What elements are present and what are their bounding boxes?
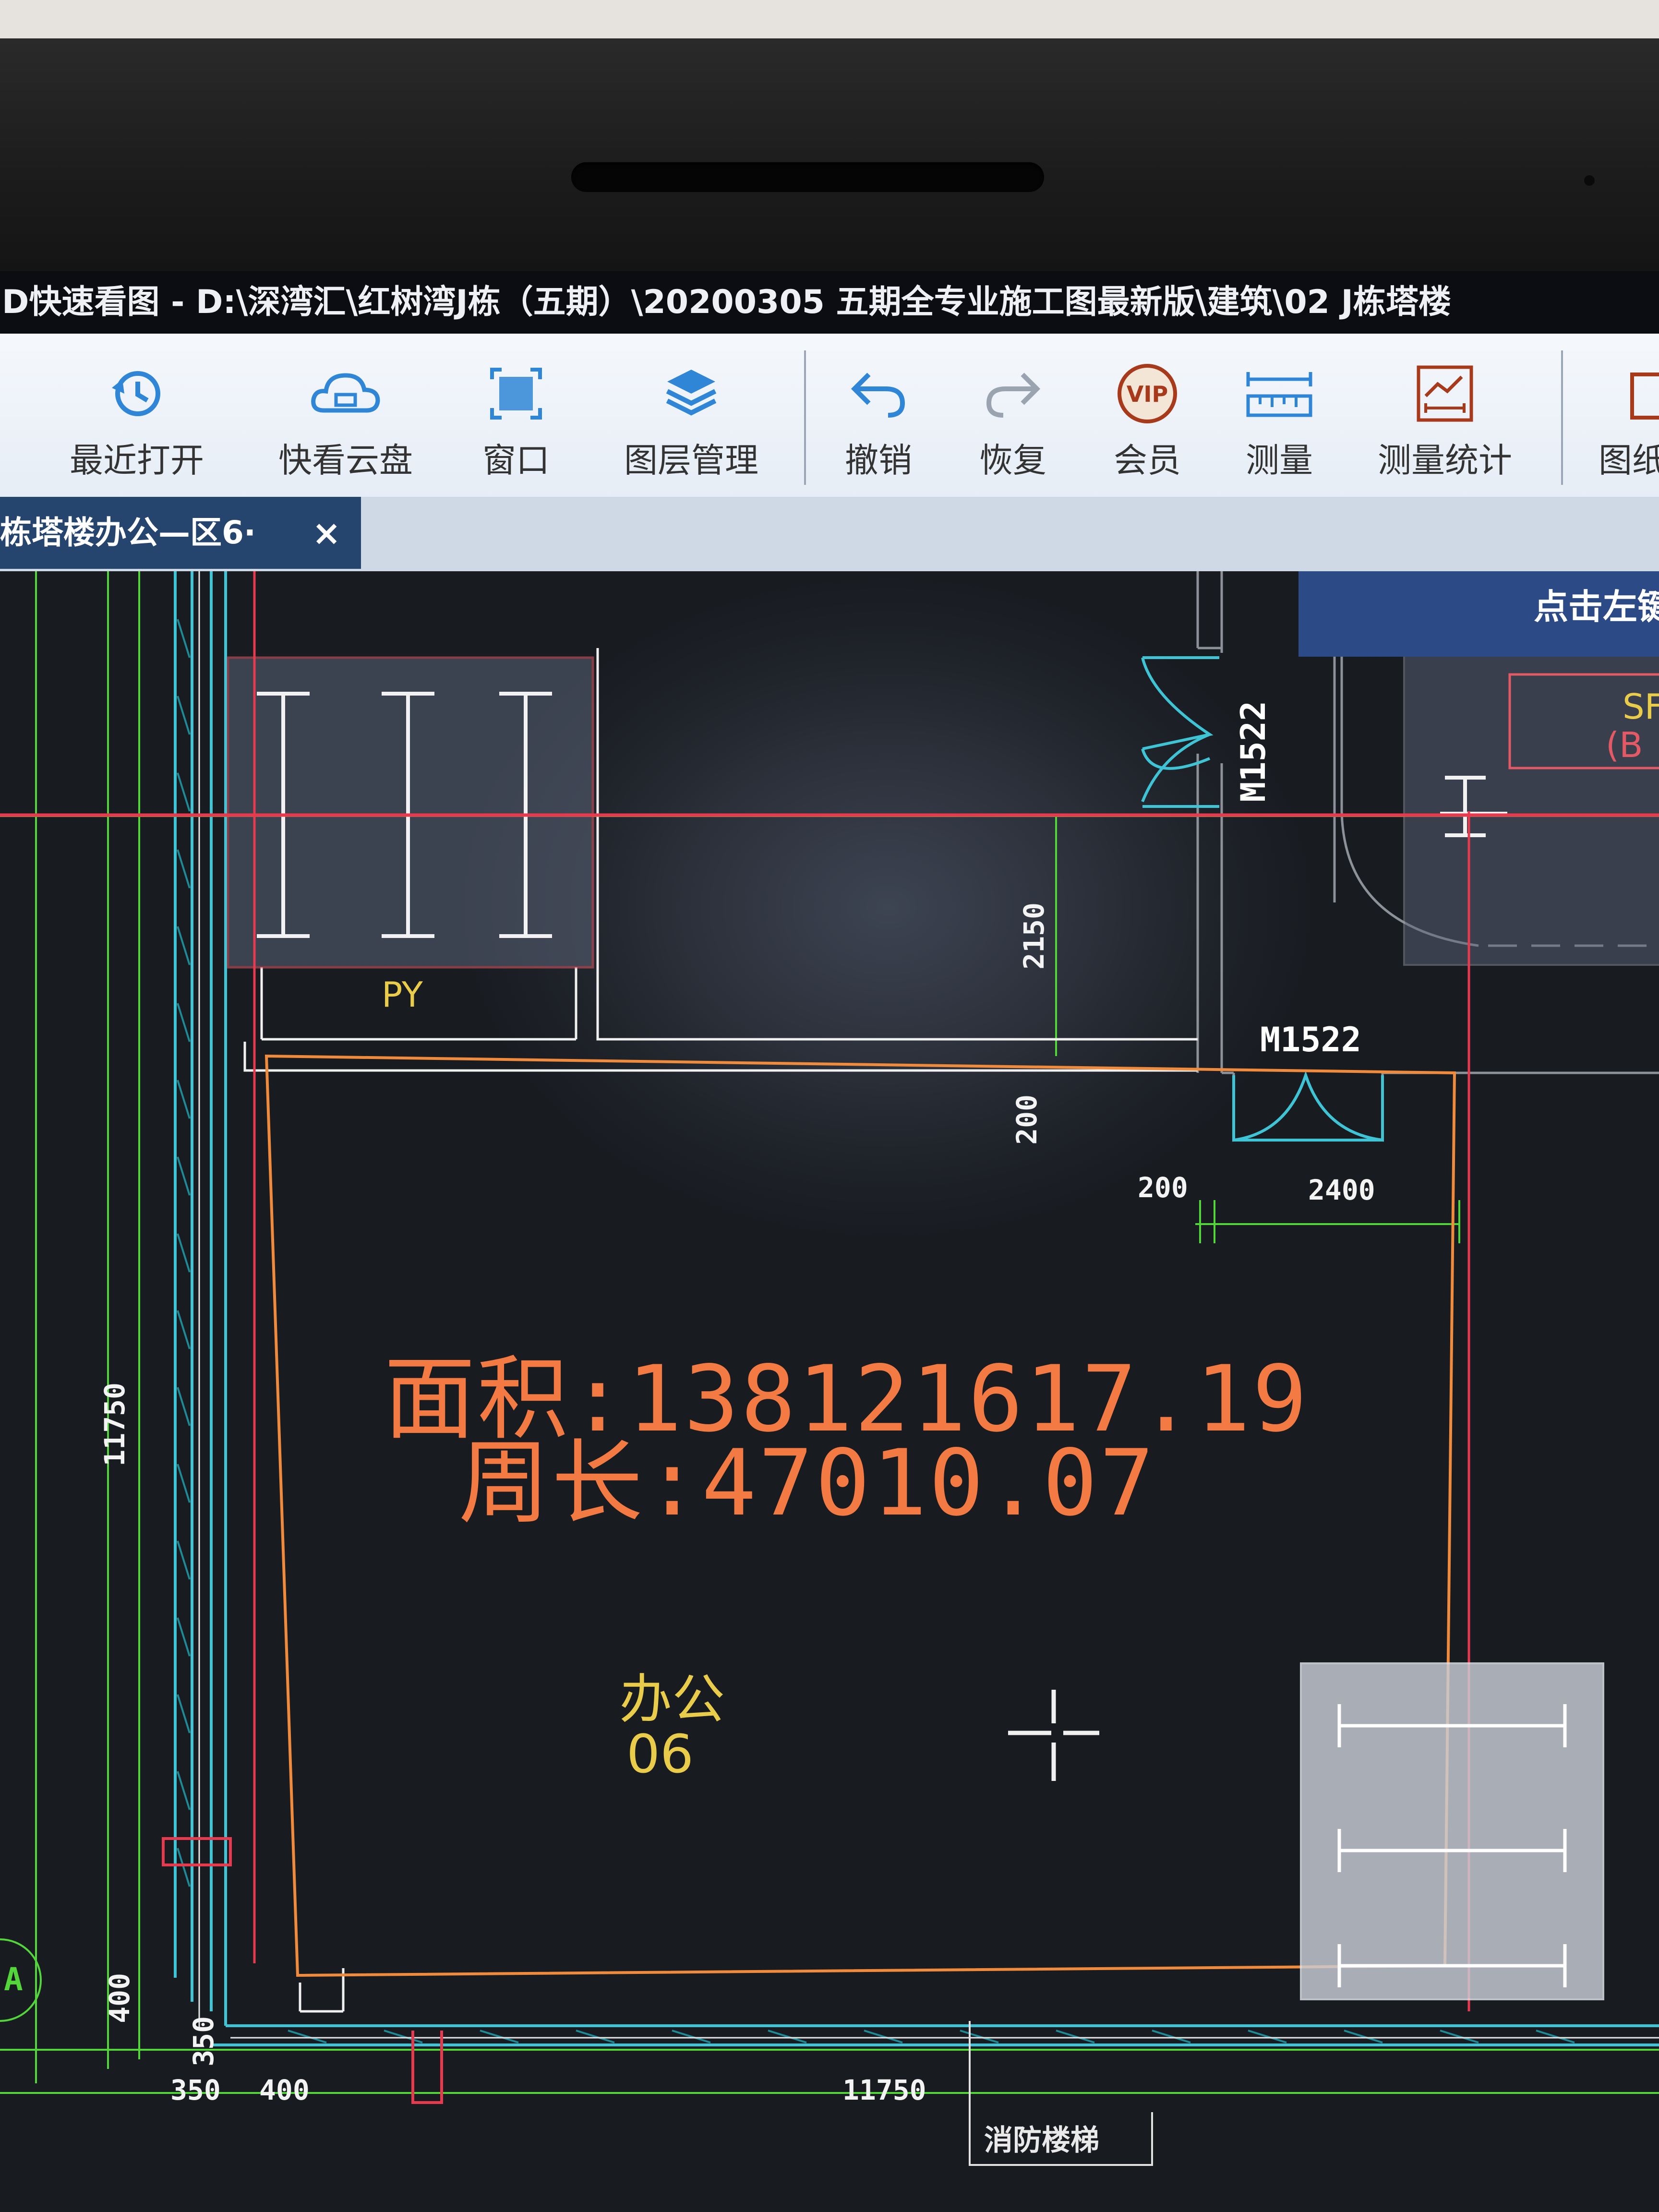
measure-button[interactable]: 测量 [1229,362,1330,482]
hint-text: 点击左键 [1534,587,1659,627]
stair-core-box [1300,1662,1604,2000]
document-tab[interactable]: 栋塔楼办公—区6· × [0,497,361,569]
drawing-canvas[interactable]: 点击左键 面积:138121617.19 周长:47010.07 办公 06 P… [0,571,1659,2212]
undo-icon [830,362,926,425]
drawing-icon [1599,362,1659,425]
room-number: 06 [626,1723,694,1785]
cloud-disk-button[interactable]: 快看云盘 [269,362,422,482]
ruler-icon [1229,362,1330,425]
vip-badge-text: VIP [1127,381,1168,407]
window-button[interactable]: 窗口 [461,362,571,482]
recent-open-label: 最近打开 [70,441,204,480]
dimension-text: 200 [1138,1171,1188,1204]
dimension-text: 350 [187,2016,220,2067]
document-tab-label: 栋塔楼办公—区6· [0,514,256,551]
redo-icon [965,362,1061,425]
dimension-text: 400 [103,1973,136,2023]
background-wall [0,0,1659,38]
cloud-disk-label: 快看云盘 [278,441,413,480]
sf-label: SF [1623,686,1659,727]
hint-banner: 点击左键 [1298,571,1659,657]
toolbar: 最近打开 快看云盘 窗口 图层管理 撤销 恢复 VIP 会员 测量 测量统计 图… [0,334,1659,498]
webcam-slot [571,162,1044,192]
layer-manager-button[interactable]: 图层管理 [614,362,768,482]
perimeter-readout: 周长:47010.07 [458,1430,1156,1536]
window-label: 窗口 [482,441,550,480]
sf-sub-label: (B [1606,725,1643,765]
drawing-button[interactable]: 图纸 [1599,362,1659,482]
undo-button[interactable]: 撤销 [830,362,926,482]
recent-open-button[interactable]: 最近打开 [62,362,211,482]
measure-stats-button[interactable]: 测量统计 [1373,362,1517,482]
dimension-text: 400 [259,2074,310,2106]
window-title: D快速看图 - D:\深湾汇\红树湾J栋（五期）\20200305 五期全专业施… [2,283,1451,321]
room-name: 办公 [619,1669,725,1730]
axis-label: A [4,1961,23,1998]
toolbar-separator [804,350,806,485]
dimension-text: 11750 [842,2074,926,2106]
dimension-text: 200 [1010,1094,1043,1145]
dimension-text: 11750 [98,1382,131,1467]
vip-icon: VIP [1099,362,1195,425]
vip-label: 会员 [1114,441,1181,480]
undo-label: 撤销 [845,441,912,480]
window-title-bar: D快速看图 - D:\深湾汇\红树湾J栋（五期）\20200305 五期全专业施… [0,271,1659,334]
py-label: PY [382,974,423,1015]
dimension-text: 2400 [1308,1174,1375,1206]
stair-label: 消防楼梯 [984,2124,1099,2157]
laptop-bezel [0,38,1659,264]
cursor-crosshair [1008,1690,1099,1781]
close-icon[interactable]: × [312,497,341,569]
measure-stats-label: 测量统计 [1378,441,1512,480]
door-label: M1522 [1234,701,1273,802]
vip-button[interactable]: VIP 会员 [1099,362,1195,482]
door-label: M1522 [1260,1020,1361,1059]
layers-icon [614,362,768,425]
document-tab-bar: 栋塔楼办公—区6· × [0,497,1659,571]
measure-label: 测量 [1246,441,1313,480]
dimension-text: 2150 [1018,902,1050,970]
layer-manager-label: 图层管理 [624,441,758,480]
cloud-icon [269,362,422,425]
clock-history-icon [62,362,211,425]
window-select-icon [461,362,571,425]
drawing-label: 图纸 [1599,441,1659,480]
measure-stats-icon [1373,362,1517,425]
webcam-dot [1584,175,1595,186]
redo-button[interactable]: 恢复 [965,362,1061,482]
redo-label: 恢复 [979,441,1046,480]
toolbar-separator [1561,350,1563,485]
sf-box [1403,652,1659,966]
dimension-text: 350 [170,2074,221,2106]
